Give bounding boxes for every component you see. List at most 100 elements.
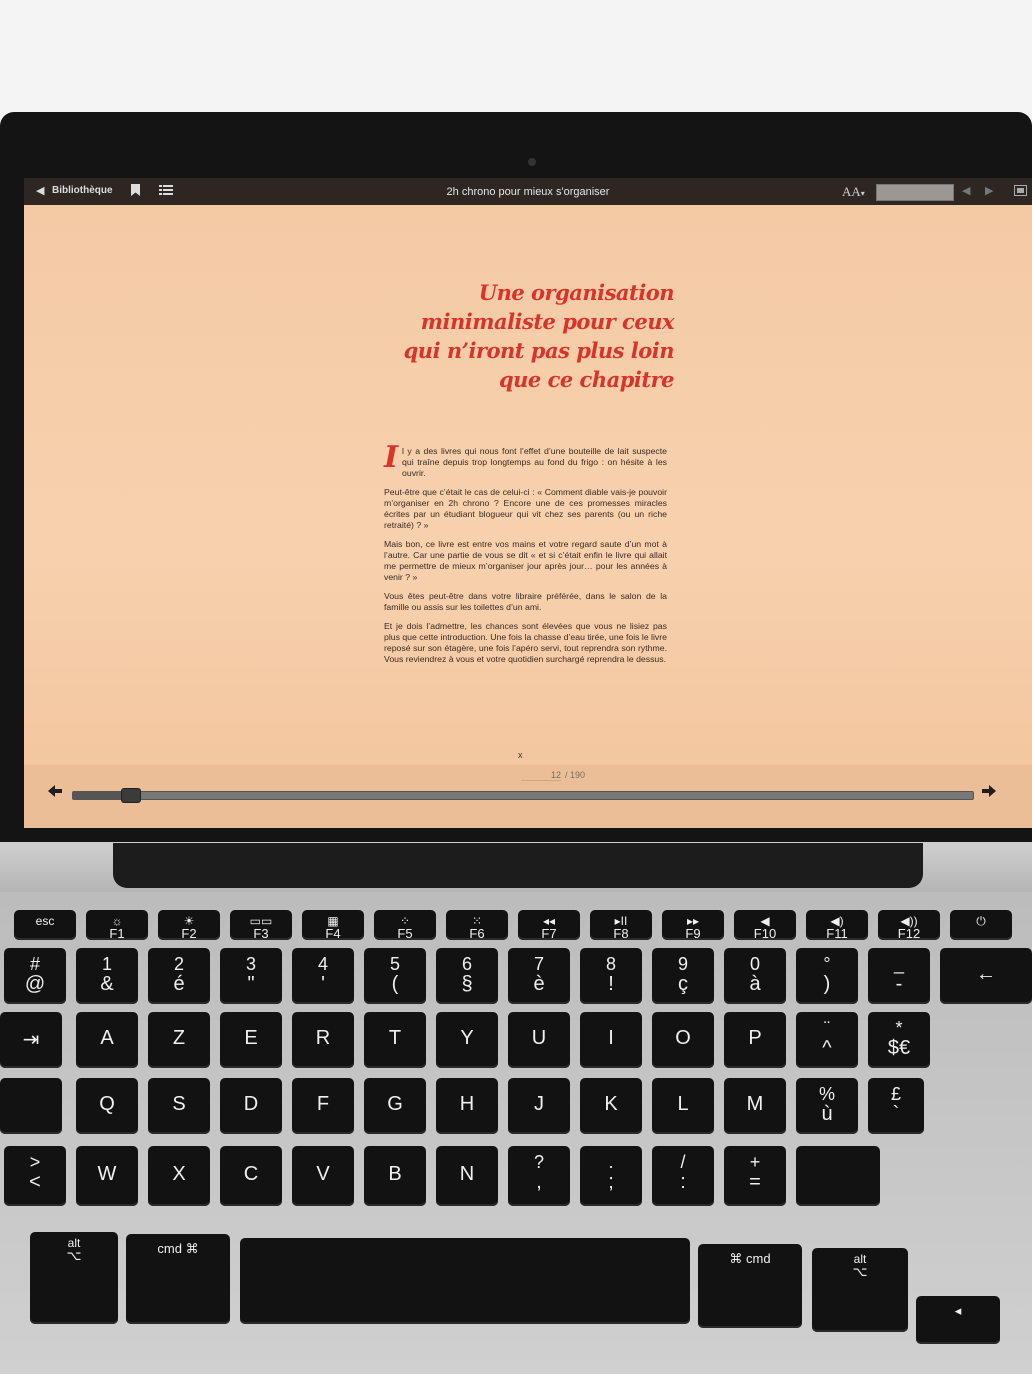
cmd-left-key[interactable]: cmd ⌘ [126,1234,230,1324]
number-key[interactable]: °) [796,948,858,1004]
letter-key[interactable]: ?, [508,1146,570,1206]
search-input[interactable] [876,184,954,201]
fn-key[interactable]: ▸II F8 [590,910,652,941]
key-label: ; [608,1171,614,1193]
letter-key[interactable]: E [220,1012,282,1068]
fn-key[interactable]: ◀) F11 [806,910,868,941]
arrow-left-key[interactable]: ◂ [916,1296,1000,1344]
prev-page-icon[interactable]: ◀ [962,184,970,197]
key-label: ◂ [954,1303,962,1318]
letter-key[interactable]: L [652,1078,714,1134]
letter-key[interactable]: /: [652,1146,714,1206]
letter-key[interactable]: + = [724,1146,786,1206]
drop-cap: I [384,440,399,475]
letter-key[interactable]: X [148,1146,210,1206]
letter-key[interactable]: J [508,1078,570,1134]
key-label: à [749,973,761,995]
font-size-button[interactable]: AA▾ [842,184,865,200]
number-key[interactable]: _ - [868,948,930,1004]
key-label: ' [321,973,325,995]
caps-lock-key[interactable] [0,1078,62,1134]
key-label: B [388,1163,402,1185]
letter-key[interactable]: £ ` [868,1078,924,1134]
number-key[interactable]: # @ [4,948,66,1004]
camera-icon [528,158,536,166]
letter-key[interactable] [796,1146,880,1206]
letter-key[interactable]: F [292,1078,354,1134]
key-label: T [388,1027,402,1049]
number-key[interactable]: 4 ' [292,948,354,1004]
letter-key[interactable]: D [220,1078,282,1134]
letter-key[interactable]: N [436,1146,498,1206]
letter-key[interactable]: Q [76,1078,138,1134]
fullscreen-icon[interactable] [1014,185,1027,199]
letter-key[interactable]: W [76,1146,138,1206]
page-slider[interactable] [72,788,974,803]
letter-key[interactable]: U [508,1012,570,1068]
arrow-left-icon[interactable] [48,785,62,800]
key-label: Z [172,1027,186,1049]
alt-left-key[interactable]: alt ⌥ [30,1232,118,1324]
letter-key[interactable]: V [292,1146,354,1206]
fn-key[interactable]: ◀)) F12 [878,910,940,941]
key-label: O [675,1027,691,1049]
fn-key[interactable]: ⁘ F5 [374,910,436,941]
letter-key[interactable]: R [292,1012,354,1068]
letter-key[interactable]: M [724,1078,786,1134]
key-label: U [531,1027,547,1049]
letter-key[interactable]: > < [4,1146,66,1206]
fn-key[interactable]: ⁙ F6 [446,910,508,941]
letter-key[interactable]: % ù [796,1078,858,1134]
fn-key[interactable]: ⏻ [950,910,1012,940]
number-key[interactable]: 0à [724,948,786,1004]
number-key[interactable]: 3 " [220,948,282,1004]
space-bar[interactable] [240,1238,690,1324]
letter-key[interactable]: T [364,1012,426,1068]
fn-key[interactable]: ▦ F4 [302,910,364,941]
number-key[interactable]: 6 § [436,948,498,1004]
arrow-right-icon[interactable] [982,785,996,800]
tab-key[interactable]: ⇥ [0,1012,62,1068]
letter-key[interactable]: O [652,1012,714,1068]
fn-key[interactable]: ☼ F1 [86,910,148,941]
key-label: 9 [677,954,688,974]
number-key[interactable]: 2é [148,948,210,1004]
key-label: ← [976,963,996,985]
key-label: , [536,1171,542,1193]
letter-key[interactable]: B [364,1146,426,1206]
fn-key[interactable]: ☀ F2 [158,910,220,941]
key-label: = [749,1171,761,1193]
fn-key[interactable]: ▸▸ F9 [662,910,724,941]
letter-key[interactable]: * $€ [868,1012,930,1068]
letter-key[interactable]: I [580,1012,642,1068]
number-key[interactable]: 8! [580,948,642,1004]
letter-key[interactable]: H [436,1078,498,1134]
alt-right-key[interactable]: alt ⌥ [812,1248,908,1332]
key-label: _ [893,954,904,974]
slider-thumb[interactable] [121,788,141,803]
letter-key[interactable]: C [220,1146,282,1206]
letter-key[interactable]: Z [148,1012,210,1068]
letter-key[interactable]: .; [580,1146,642,1206]
letter-key[interactable]: S [148,1078,210,1134]
key-label: F11 [826,926,848,941]
fn-key[interactable]: ▭▭ F3 [230,910,292,941]
letter-key[interactable]: A [76,1012,138,1068]
current-page-input[interactable]: 12 [521,770,561,781]
letter-key[interactable]: K [580,1078,642,1134]
fn-key[interactable]: esc [14,910,76,940]
fn-key[interactable]: ◀ F10 [734,910,796,941]
number-key[interactable]: 9ç [652,948,714,1004]
key-label: + [749,1152,761,1172]
letter-key[interactable]: P [724,1012,786,1068]
number-key[interactable]: 1 & [76,948,138,1004]
fn-key[interactable]: ◂◂ F7 [518,910,580,941]
number-key[interactable]: ← [940,948,1032,1004]
letter-key[interactable]: ¨ ^ [796,1012,858,1068]
number-key[interactable]: 7è [508,948,570,1004]
letter-key[interactable]: G [364,1078,426,1134]
next-page-icon[interactable]: ▶ [985,184,993,197]
number-key[interactable]: 5( [364,948,426,1004]
letter-key[interactable]: Y [436,1012,498,1068]
cmd-right-key[interactable]: ⌘ cmd [698,1244,802,1328]
